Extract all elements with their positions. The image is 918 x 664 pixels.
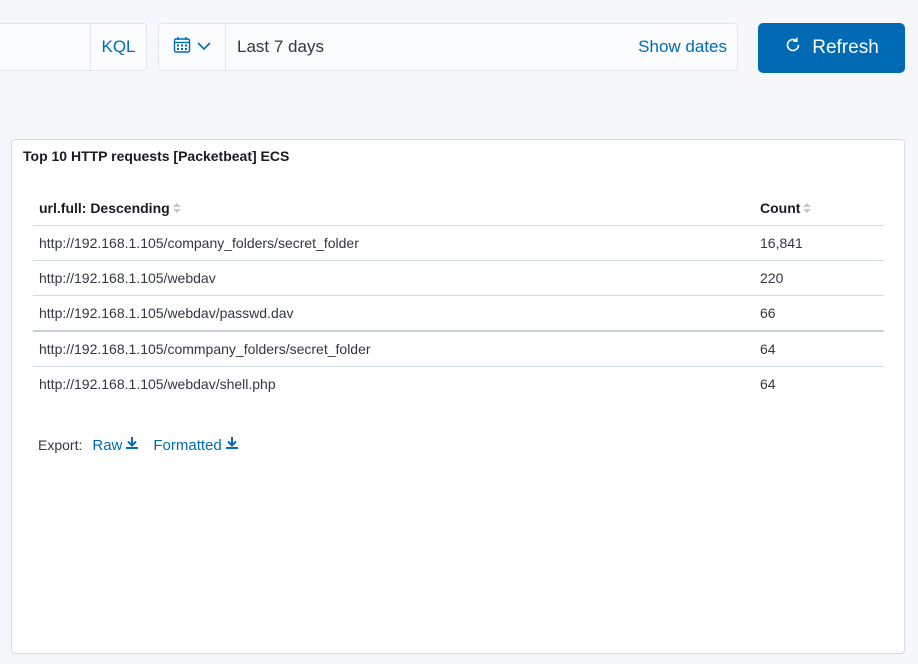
download-icon [125, 436, 139, 454]
visualization-panel: Top 10 HTTP requests [Packetbeat] ECS ur… [11, 139, 905, 654]
export-bar: Export: Raw Formatted [38, 436, 239, 454]
url-cell[interactable]: http://192.168.1.105/webdav/passwd.dav [39, 305, 294, 321]
kql-label: KQL [101, 37, 136, 56]
column-header-url-label: url.full: Descending [39, 200, 170, 216]
quick-menu-button[interactable] [159, 24, 226, 70]
count-cell: 64 [760, 376, 776, 392]
url-cell[interactable]: http://192.168.1.105/webdav/shell.php [39, 376, 276, 392]
column-header-url[interactable]: url.full: Descending [39, 200, 182, 216]
export-raw-label: Raw [92, 436, 123, 454]
sort-icon [802, 201, 812, 215]
date-range-text[interactable]: Last 7 days [237, 24, 324, 70]
data-table: url.full: Descending Count http://192.16… [33, 192, 884, 401]
chevron-down-icon [197, 38, 211, 56]
url-cell[interactable]: http://192.168.1.105/company_folders/sec… [39, 235, 359, 251]
count-cell: 66 [760, 305, 776, 321]
export-label: Export: [38, 437, 83, 453]
query-input[interactable]: KQL [0, 23, 147, 71]
kql-language-button[interactable]: KQL [90, 24, 146, 70]
show-dates-link[interactable]: Show dates [638, 24, 727, 70]
count-cell: 220 [760, 270, 784, 286]
url-cell[interactable]: http://192.168.1.105/webdav [39, 270, 216, 286]
column-header-count[interactable]: Count [760, 200, 812, 216]
export-formatted-label: Formatted [153, 436, 222, 454]
refresh-label: Refresh [812, 37, 879, 58]
refresh-icon [784, 36, 802, 60]
panel-title: Top 10 HTTP requests [Packetbeat] ECS [23, 148, 290, 164]
table-row: http://192.168.1.105/webdav 220 [33, 261, 884, 296]
date-picker: Last 7 days Show dates [158, 23, 738, 71]
table-header: url.full: Descending Count [33, 192, 884, 226]
export-formatted-link[interactable]: Formatted [153, 436, 238, 454]
sort-icon [172, 201, 182, 215]
export-raw-link[interactable]: Raw [92, 436, 139, 454]
calendar-icon [173, 36, 191, 59]
count-cell: 64 [760, 341, 776, 357]
count-cell: 16,841 [760, 235, 803, 251]
refresh-button[interactable]: Refresh [758, 23, 905, 73]
table-row: http://192.168.1.105/webdav/shell.php 64 [33, 367, 884, 401]
table-row: http://192.168.1.105/commpany_folders/se… [33, 332, 884, 367]
table-row: http://192.168.1.105/company_folders/sec… [33, 226, 884, 261]
download-icon [225, 436, 239, 454]
table-row: http://192.168.1.105/webdav/passwd.dav 6… [33, 296, 884, 332]
column-header-count-label: Count [760, 200, 801, 216]
url-cell[interactable]: http://192.168.1.105/commpany_folders/se… [39, 341, 371, 357]
